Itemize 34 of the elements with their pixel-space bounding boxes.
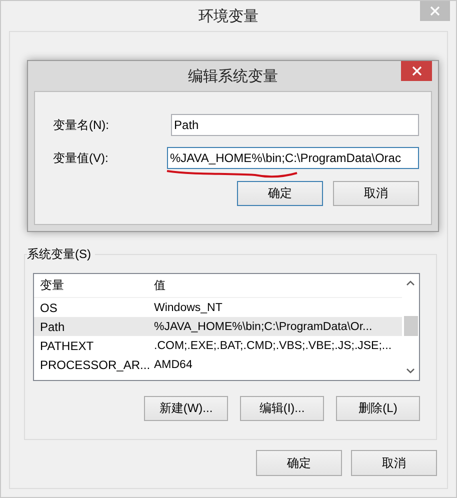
table-cell-text: Path [39,320,66,334]
table-cell-text: OS [39,300,58,314]
list-action-button[interactable]: 删除(L) [336,396,420,421]
list-action-button[interactable]: 编辑(I)... [240,396,324,421]
table-cell-text: %JAVA_HOME%\bin;C:\ProgramData\Or... [153,320,372,332]
close-button[interactable] [401,61,432,81]
cancel-button[interactable]: 取消 [333,181,419,206]
input-field[interactable]: %JAVA_HOME%\bin;C:\ProgramData\Orac [167,147,419,169]
column-header[interactable]: 值 [152,278,166,293]
group-label: 系统变量(S) [27,246,95,263]
table-cell-text: PROCESSOR_AR... [39,358,152,372]
ok-button[interactable]: 确定 [237,181,323,206]
field-label: 变量名(N): [53,116,110,134]
column-header[interactable]: 变量 [34,277,152,294]
close-icon [412,66,422,76]
list-row[interactable]: PROCESSOR_AR... AMD64 [34,355,402,374]
scroll-up-icon[interactable] [406,280,415,286]
field-label: 变量值(V): [53,150,110,166]
dialog-button[interactable]: 确定 [256,450,342,476]
input-field[interactable]: Path [171,114,419,136]
table-cell-text: PATHEXT [39,338,95,352]
list-row[interactable]: OS Windows_NT [34,298,402,317]
dialog-button[interactable]: 取消 [351,450,437,476]
table-cell-text: .COM;.EXE;.BAT;.CMD;.VBS;.VBE;.JS;.JSE;... [153,340,392,352]
list-row[interactable]: PATHEXT .COM;.EXE;.BAT;.CMD;.VBS;.VBE;.JS;.JSE;... [34,336,402,355]
close-icon [430,6,440,16]
table-cell-text: AMD64 [153,358,192,370]
dialog-title: 编辑系统变量 [188,66,278,86]
scroll-thumb[interactable] [404,316,418,336]
table-cell-text: Windows_NT [153,302,222,314]
list-action-button[interactable]: 新建(W)... [144,396,228,421]
list-row[interactable]: Path %JAVA_HOME%\bin;C:\ProgramData\Or... [34,317,402,336]
window-title: 环境变量 [198,6,258,26]
scroll-down-icon[interactable] [406,368,415,374]
